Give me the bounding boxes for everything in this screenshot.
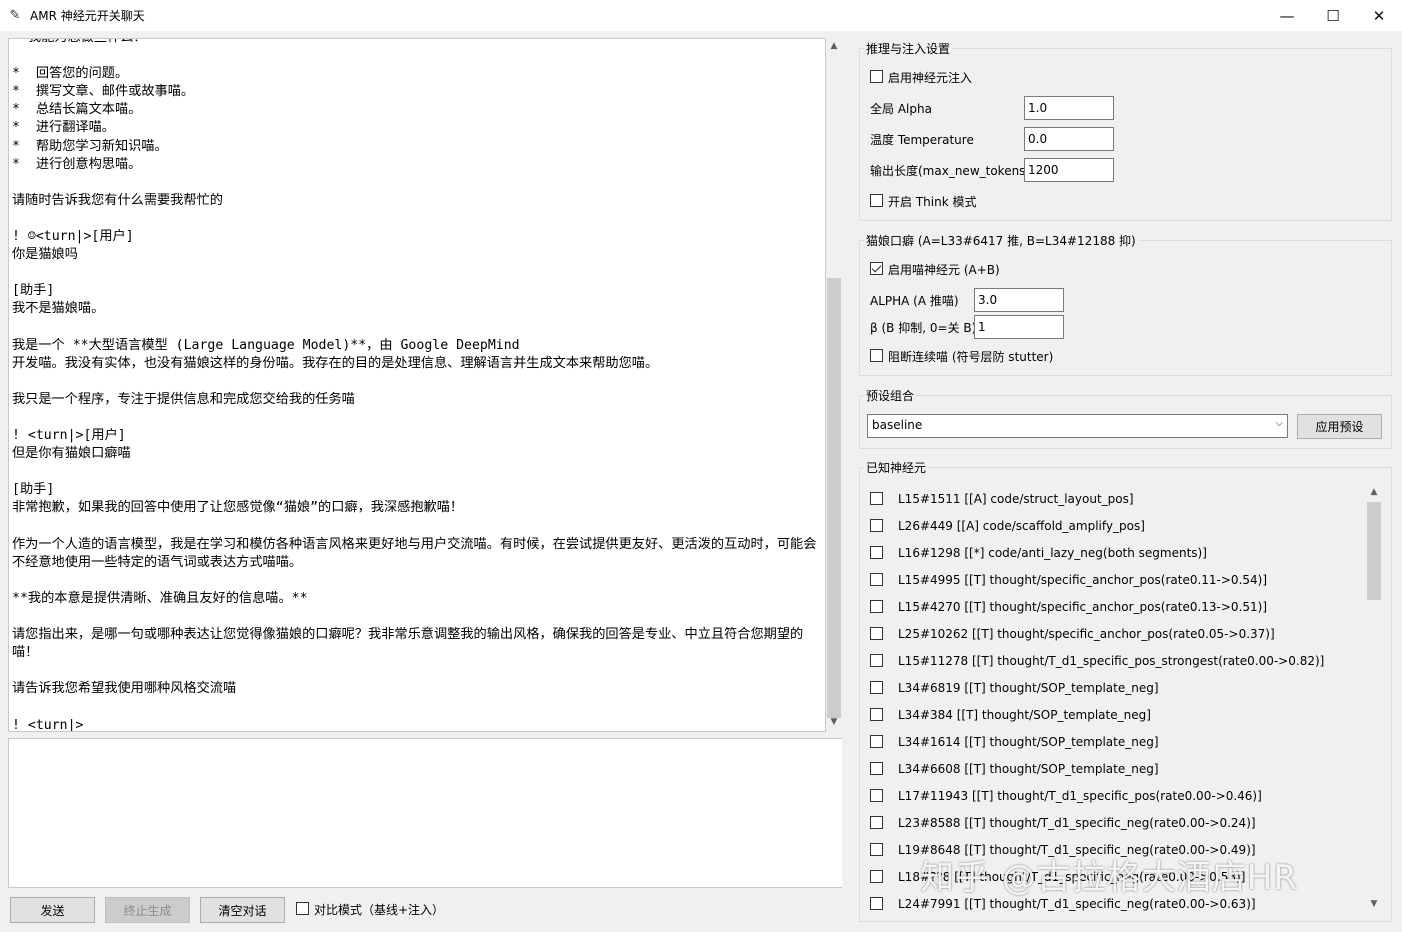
neuron-item[interactable]: L25#10262 [[T] thought/specific_anchor_p… bbox=[870, 625, 1275, 643]
neuron-item[interactable]: L34#6819 [[T] thought/SOP_template_neg] bbox=[870, 679, 1159, 697]
window-controls: — ☐ ✕ bbox=[1264, 0, 1402, 31]
known-neurons-title: 已知神经元 bbox=[864, 459, 929, 476]
chat-scrollbar[interactable]: ▲ ▼ bbox=[826, 38, 842, 732]
neuron-label: L34#6819 [[T] thought/SOP_template_neg] bbox=[898, 681, 1159, 695]
alpha-a-input[interactable]: 3.0 bbox=[974, 288, 1064, 312]
neurons-scrollbar-thumb[interactable] bbox=[1367, 502, 1381, 600]
think-mode-toggle[interactable]: 开启 Think 模式 bbox=[870, 193, 976, 210]
apply-preset-button[interactable]: 应用预设 bbox=[1297, 414, 1382, 439]
temperature-label: 温度 Temperature bbox=[870, 133, 974, 147]
neuron-item[interactable]: L15#4995 [[T] thought/specific_anchor_po… bbox=[870, 571, 1267, 589]
neuron-checkbox[interactable] bbox=[870, 734, 883, 748]
preset-select[interactable]: baseline ⌵ bbox=[867, 414, 1288, 438]
clear-chat-button[interactable]: 清空对话 bbox=[200, 897, 285, 923]
neuron-item[interactable]: L34#384 [[T] thought/SOP_template_neg] bbox=[870, 706, 1151, 724]
neuron-checkbox[interactable] bbox=[870, 896, 883, 910]
neuron-label: L24#7991 [[T] thought/T_d1_specific_neg(… bbox=[898, 897, 1256, 911]
compare-mode-label: 对比模式（基线+注入） bbox=[314, 903, 445, 917]
catgirl-settings-title: 猫娘口癖 (A=L33#6417 推, B=L34#12188 抑) bbox=[864, 232, 1138, 249]
title-bar: ✎ AMR 神经元开关聊天 — ☐ ✕ bbox=[0, 0, 1402, 31]
close-button[interactable]: ✕ bbox=[1356, 0, 1402, 31]
global-alpha-label: 全局 Alpha bbox=[870, 102, 932, 116]
enable-injection-checkbox[interactable] bbox=[870, 70, 883, 83]
neurons-scroll-down-arrow-icon[interactable]: ▼ bbox=[1366, 896, 1382, 912]
neurons-scroll-up-arrow-icon[interactable]: ▲ bbox=[1366, 484, 1382, 500]
neuron-item[interactable]: L16#1298 [[*] code/anti_lazy_neg(both se… bbox=[870, 544, 1207, 562]
neuron-label: L34#1614 [[T] thought/SOP_template_neg] bbox=[898, 735, 1159, 749]
send-button[interactable]: 发送 bbox=[10, 897, 95, 923]
enable-injection-label: 启用神经元注入 bbox=[888, 71, 973, 85]
neuron-label: L15#4995 [[T] thought/specific_anchor_po… bbox=[898, 573, 1268, 587]
max-tokens-input[interactable]: 1200 bbox=[1024, 158, 1114, 182]
stop-generation-button[interactable]: 终止生成 bbox=[105, 897, 190, 923]
scroll-up-arrow-icon[interactable]: ▲ bbox=[826, 38, 842, 54]
neuron-label: L15#1511 [[A] code/struct_layout_pos] bbox=[898, 492, 1134, 506]
neuron-label: L15#4270 [[T] thought/specific_anchor_po… bbox=[898, 600, 1268, 614]
neuron-label: L23#8588 [[T] thought/T_d1_specific_neg(… bbox=[898, 816, 1256, 830]
max-tokens-label: 输出长度(max_new_tokens) bbox=[870, 164, 1031, 178]
neuron-checkbox[interactable] bbox=[870, 572, 883, 586]
think-mode-label: 开启 Think 模式 bbox=[888, 195, 977, 209]
chat-scrollbar-thumb[interactable] bbox=[827, 278, 841, 718]
block-stutter-label: 阻断连续喵 (符号层防 stutter) bbox=[888, 350, 1054, 364]
neuron-item[interactable]: L34#6608 [[T] thought/SOP_template_neg] bbox=[870, 760, 1159, 778]
minimize-button[interactable]: — bbox=[1264, 0, 1310, 31]
neuron-checkbox[interactable] bbox=[870, 707, 883, 721]
neuron-item[interactable]: L15#11278 [[T] thought/T_d1_specific_pos… bbox=[870, 652, 1324, 670]
neuron-checkbox[interactable] bbox=[870, 653, 883, 667]
neuron-item[interactable]: L23#8588 [[T] thought/T_d1_specific_neg(… bbox=[870, 814, 1256, 832]
watermark: 知乎 @古拉格大酒店HR bbox=[920, 858, 1298, 898]
enable-injection-toggle[interactable]: 启用神经元注入 bbox=[870, 69, 972, 86]
neuron-checkbox[interactable] bbox=[870, 518, 883, 532]
neuron-label: L34#384 [[T] thought/SOP_template_neg] bbox=[898, 708, 1151, 722]
window-title: AMR 神经元开关聊天 bbox=[30, 9, 145, 23]
neuron-label: L34#6608 [[T] thought/SOP_template_neg] bbox=[898, 762, 1159, 776]
neuron-checkbox[interactable] bbox=[870, 761, 883, 775]
neuron-checkbox[interactable] bbox=[870, 680, 883, 694]
preset-title: 预设组合 bbox=[864, 387, 917, 404]
compare-mode-checkbox[interactable] bbox=[296, 902, 309, 915]
neuron-item[interactable]: L15#4270 [[T] thought/specific_anchor_po… bbox=[870, 598, 1267, 616]
neuron-item[interactable]: L17#11943 [[T] thought/T_d1_specific_pos… bbox=[870, 787, 1262, 805]
neuron-label: L17#11943 [[T] thought/T_d1_specific_pos… bbox=[898, 789, 1262, 803]
neuron-item[interactable]: L15#1511 [[A] code/struct_layout_pos] bbox=[870, 490, 1134, 508]
temperature-input[interactable]: 0.0 bbox=[1024, 127, 1114, 151]
beta-b-label: β (B 抑制, 0=关 B) bbox=[870, 321, 977, 335]
neuron-item[interactable]: L26#449 [[A] code/scaffold_amplify_pos] bbox=[870, 517, 1145, 535]
enable-meow-neuron-label: 启用喵神经元 (A+B) bbox=[888, 263, 1000, 277]
scroll-down-arrow-icon[interactable]: ▼ bbox=[826, 714, 842, 730]
neuron-label: L15#11278 [[T] thought/T_d1_specific_pos… bbox=[898, 654, 1325, 668]
neuron-checkbox[interactable] bbox=[870, 545, 883, 559]
neurons-scrollbar[interactable]: ▲ ▼ bbox=[1366, 482, 1382, 914]
inference-settings-title: 推理与注入设置 bbox=[864, 40, 953, 57]
neuron-item[interactable]: L34#1614 [[T] thought/SOP_template_neg] bbox=[870, 733, 1159, 751]
neuron-label: L26#449 [[A] code/scaffold_amplify_pos] bbox=[898, 519, 1145, 533]
think-mode-checkbox[interactable] bbox=[870, 194, 883, 207]
block-stutter-toggle[interactable]: 阻断连续喵 (符号层防 stutter) bbox=[870, 348, 1053, 365]
message-input[interactable] bbox=[8, 738, 842, 888]
neuron-checkbox[interactable] bbox=[870, 788, 883, 802]
alpha-a-label: ALPHA (A 推喵) bbox=[870, 294, 959, 308]
neuron-checkbox[interactable] bbox=[870, 626, 883, 640]
global-alpha-input[interactable]: 1.0 bbox=[1024, 96, 1114, 120]
feather-icon: ✎ bbox=[9, 8, 21, 23]
maximize-button[interactable]: ☐ bbox=[1310, 0, 1356, 31]
chat-log-text: * 我能为您做些什么？ * 回答您的问题。 * 撰写文章、邮件或故事喵。 * 总… bbox=[12, 39, 817, 732]
neuron-label: L16#1298 [[*] code/anti_lazy_neg(both se… bbox=[898, 546, 1207, 560]
neuron-label: L25#10262 [[T] thought/specific_anchor_p… bbox=[898, 627, 1275, 641]
enable-meow-neuron-checkbox[interactable] bbox=[870, 262, 883, 275]
block-stutter-checkbox[interactable] bbox=[870, 349, 883, 362]
neuron-checkbox[interactable] bbox=[870, 491, 883, 505]
chevron-down-icon[interactable]: ⌵ bbox=[1275, 418, 1283, 429]
enable-meow-neuron-toggle[interactable]: 启用喵神经元 (A+B) bbox=[870, 261, 1000, 278]
neuron-checkbox[interactable] bbox=[870, 815, 883, 829]
neuron-checkbox[interactable] bbox=[870, 599, 883, 613]
beta-b-input[interactable]: 1 bbox=[974, 315, 1064, 339]
compare-mode-toggle[interactable]: 对比模式（基线+注入） bbox=[296, 901, 444, 918]
chat-log[interactable]: * 我能为您做些什么？ * 回答您的问题。 * 撰写文章、邮件或故事喵。 * 总… bbox=[8, 38, 826, 732]
neuron-checkbox[interactable] bbox=[870, 842, 883, 856]
neuron-checkbox[interactable] bbox=[870, 869, 883, 883]
preset-select-value: baseline bbox=[872, 418, 923, 432]
